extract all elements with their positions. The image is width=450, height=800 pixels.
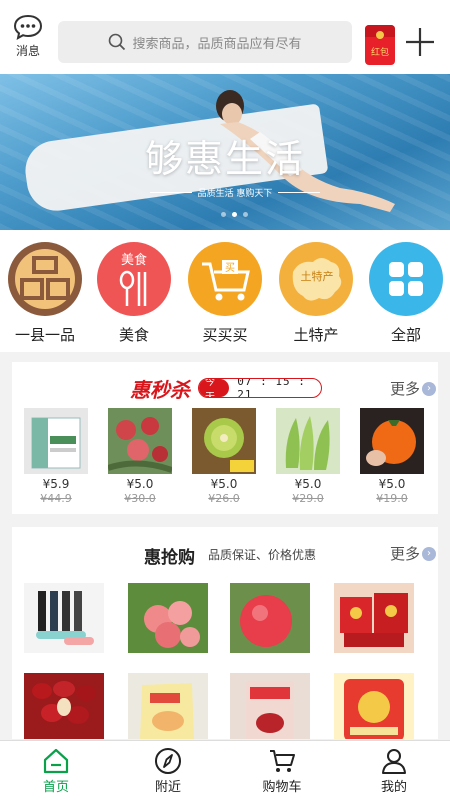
rush-buy-more-link[interactable]: 更多 ›	[390, 543, 436, 564]
category-county-product[interactable]: 一县一品	[7, 242, 83, 345]
flash-sale-item[interactable]: ¥5.9 ¥44.9	[24, 408, 88, 505]
user-icon	[382, 749, 406, 774]
sale-price: ¥5.0	[294, 477, 322, 491]
category-food[interactable]: 美食 美食	[96, 242, 172, 345]
more-label: 更多	[389, 545, 420, 563]
category-label: 美食	[118, 326, 149, 344]
rush-buy-item[interactable]	[230, 583, 310, 653]
tab-label: 我的	[380, 780, 407, 795]
banner-subtitle: 品质生活 惠购天下	[197, 188, 273, 199]
category-nav: 一县一品 美食 美食 买 买买买 土特产 土特产 全部	[0, 230, 450, 352]
product-image	[24, 408, 88, 474]
grid-icon	[369, 242, 443, 316]
promo-banner[interactable]: 够惠生活 品质生活 惠购天下	[0, 74, 450, 230]
tab-label: 首页	[42, 780, 69, 795]
svg-text:买: 买	[225, 262, 235, 274]
product-image	[108, 408, 172, 474]
countdown-timer: 今天 07 : 15 : 21	[198, 378, 322, 398]
original-price: ¥44.9	[40, 492, 72, 505]
flash-sale-item[interactable]: ¥5.0 ¥19.0	[360, 408, 424, 505]
product-image	[360, 408, 424, 474]
svg-text:土特产: 土特产	[301, 269, 334, 283]
product-image	[192, 408, 256, 474]
message-button[interactable]: 消息	[8, 14, 48, 59]
sale-price: ¥5.0	[126, 477, 154, 491]
carousel-indicator	[218, 212, 251, 217]
flash-sale-item[interactable]: ¥5.0 ¥29.0	[276, 408, 340, 505]
rush-buy-item[interactable]	[334, 583, 414, 653]
flash-sale-header: 惠秒杀 今天 07 : 15 : 21 更多 ›	[12, 374, 438, 402]
tab-cart[interactable]: 购物车	[242, 747, 322, 795]
bottom-tab-bar: 首页 附近 购物车 我的	[0, 740, 450, 800]
flash-sale-section: 惠秒杀 今天 07 : 15 : 21 更多 › ¥5.9 ¥44.9 ¥5.0…	[12, 362, 438, 514]
local-specialty-icon: 土特产	[279, 242, 353, 316]
red-packet-label: 红包	[370, 48, 389, 58]
sale-price: ¥5.0	[378, 477, 406, 491]
banner-subtitle-row: 品质生活 惠购天下	[150, 184, 320, 200]
search-icon	[109, 33, 126, 51]
rush-buy-item[interactable]	[24, 673, 104, 739]
cart-icon	[270, 750, 295, 772]
search-input[interactable]: 搜索商品，品质商品应有尽有	[58, 21, 352, 63]
chat-bubble-icon	[13, 14, 43, 40]
rush-buy-item[interactable]	[334, 673, 414, 739]
product-image	[276, 408, 340, 474]
countdown-value: 07 : 15 : 21	[237, 378, 306, 398]
original-price: ¥30.0	[124, 492, 156, 505]
rush-buy-item[interactable]	[128, 583, 208, 653]
shopping-cart-icon: 买	[188, 242, 262, 316]
category-label: 全部	[390, 326, 421, 344]
original-price: ¥19.0	[376, 492, 408, 505]
category-label: 一县一品	[14, 326, 75, 344]
tab-label: 购物车	[262, 780, 302, 795]
rush-buy-subtitle: 品质保证、价格优惠	[208, 548, 317, 562]
carousel-dot-active[interactable]	[232, 212, 237, 217]
rush-buy-item[interactable]	[230, 673, 310, 739]
compass-icon	[155, 748, 181, 774]
banner-title: 够惠生活	[144, 137, 305, 181]
original-price: ¥26.0	[208, 492, 240, 505]
original-price: ¥29.0	[292, 492, 324, 505]
home-icon	[43, 748, 69, 774]
flash-sale-list: ¥5.9 ¥44.9 ¥5.0 ¥30.0 ¥5.0 ¥26.0 ¥5.0 ¥2…	[12, 408, 438, 508]
add-icon[interactable]	[404, 26, 436, 58]
flash-sale-item[interactable]: ¥5.0 ¥30.0	[108, 408, 172, 505]
search-placeholder: 搜索商品，品质商品应有尽有	[132, 36, 302, 52]
tab-profile[interactable]: 我的	[354, 747, 434, 795]
rush-buy-title: 惠抢购	[144, 548, 195, 568]
category-buy[interactable]: 买 买买买	[187, 242, 263, 345]
tab-home[interactable]: 首页	[16, 747, 96, 795]
more-label: 更多	[389, 380, 420, 398]
county-product-icon	[8, 242, 82, 316]
tab-nearby[interactable]: 附近	[128, 747, 208, 795]
header-bar: 消息 搜索商品，品质商品应有尽有 红包	[0, 0, 450, 74]
carousel-dot[interactable]	[243, 212, 248, 217]
message-label: 消息	[15, 44, 40, 58]
svg-text:美食: 美食	[121, 252, 147, 268]
category-local-specialty[interactable]: 土特产 土特产	[278, 242, 354, 345]
category-label: 买买买	[202, 326, 248, 344]
rush-buy-section: 惠抢购 品质保证、价格优惠 更多 ›	[12, 527, 438, 739]
sale-price: ¥5.0	[210, 477, 238, 491]
chevron-right-icon: ›	[422, 381, 436, 396]
sale-price: ¥5.9	[42, 477, 70, 491]
flash-sale-title: 惠秒杀	[130, 378, 190, 402]
food-icon: 美食	[97, 242, 171, 316]
countdown-label: 今天	[199, 379, 230, 397]
category-all[interactable]: 全部	[368, 242, 444, 345]
flash-sale-more-link[interactable]: 更多 ›	[390, 378, 436, 399]
flash-sale-item[interactable]: ¥5.0 ¥26.0	[192, 408, 256, 505]
carousel-dot[interactable]	[221, 212, 226, 217]
category-label: 土特产	[293, 326, 339, 344]
rush-buy-item[interactable]	[24, 583, 104, 653]
rush-buy-item[interactable]	[128, 673, 208, 739]
tab-label: 附近	[154, 780, 181, 795]
red-packet-button[interactable]: 红包	[365, 25, 395, 65]
chevron-right-icon: ›	[422, 546, 436, 561]
